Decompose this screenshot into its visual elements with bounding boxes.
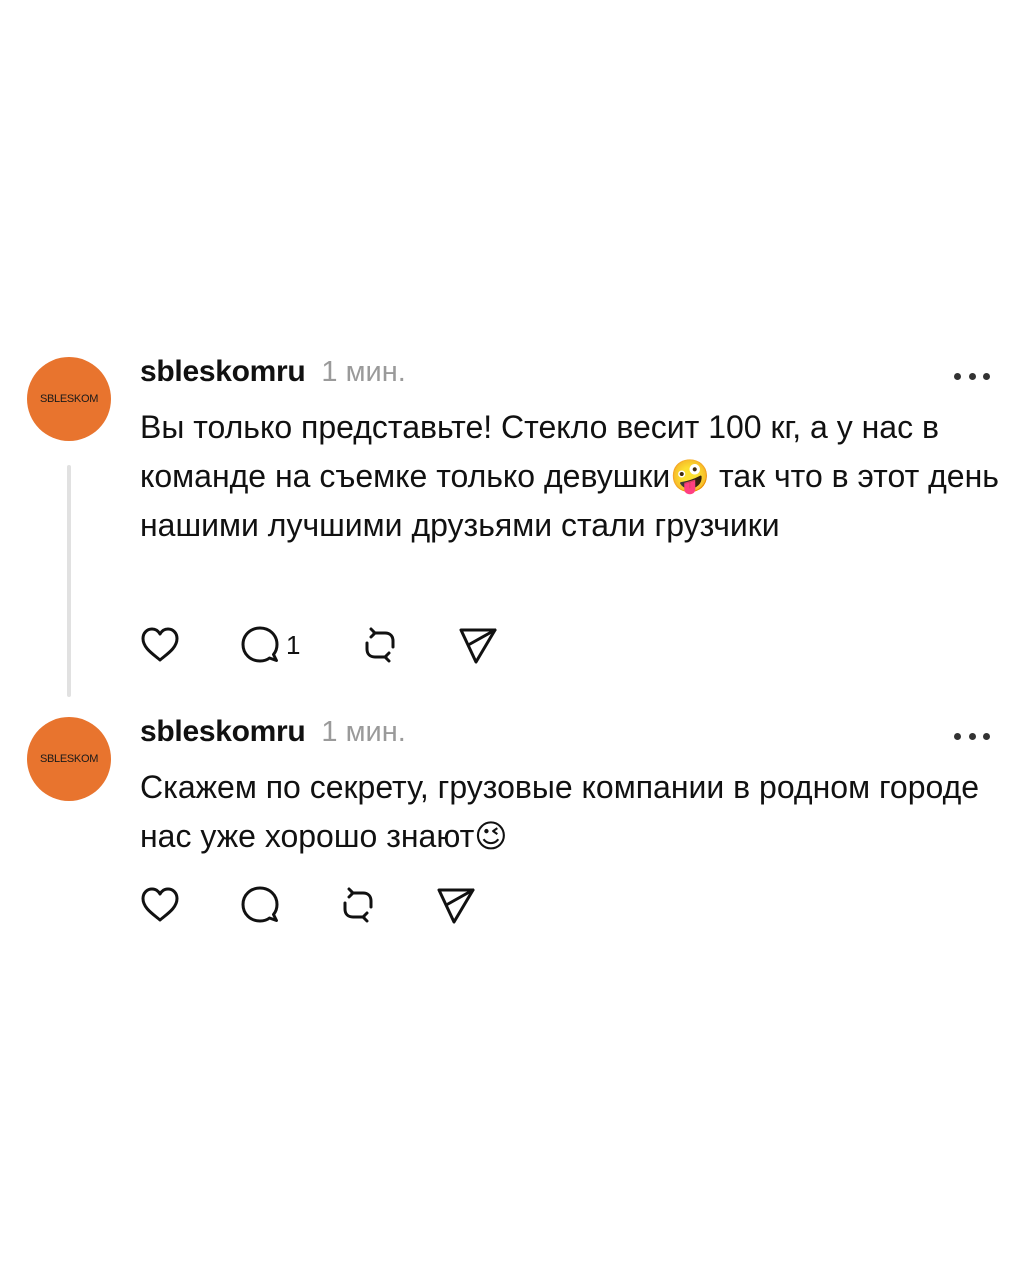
post-header: sbleskomru 1 мин. [140, 715, 406, 755]
timestamp: 1 мин. [321, 716, 406, 748]
reply-button[interactable]: 1 [238, 623, 300, 667]
thread-line [67, 465, 71, 697]
reply-count: 1 [286, 629, 301, 660]
post-text: Скажем по секрету, грузовые компании в р… [140, 769, 980, 854]
timestamp: 1 мин. [321, 356, 406, 388]
more-icon[interactable] [954, 371, 990, 381]
share-icon [459, 628, 497, 664]
more-icon[interactable] [954, 731, 990, 741]
comment-icon [241, 886, 279, 923]
avatar[interactable]: SBLESKOM [27, 717, 111, 801]
heart-icon [141, 627, 179, 662]
avatar[interactable]: SBLESKOM [27, 357, 111, 441]
post-header: sbleskomru 1 мин. [140, 355, 406, 395]
repost-button[interactable] [336, 883, 380, 927]
avatar-logo-text: SBLESKOM [39, 753, 99, 765]
post-text: Вы только представьте! Стекло весит 100 … [140, 409, 999, 543]
share-button[interactable] [456, 623, 500, 667]
reply-button[interactable] [238, 883, 286, 927]
like-button[interactable] [138, 623, 182, 667]
avatar-logo-text: SBLESKOM [39, 393, 99, 405]
comment-icon [241, 626, 279, 663]
username[interactable]: sbleskomru [140, 715, 306, 749]
repost-button[interactable] [358, 623, 402, 667]
share-icon [437, 888, 475, 924]
like-button[interactable] [138, 883, 182, 927]
share-button[interactable] [434, 883, 478, 927]
heart-icon [141, 887, 179, 922]
repost-icon [365, 627, 395, 663]
username[interactable]: sbleskomru [140, 355, 306, 389]
repost-icon [343, 887, 373, 923]
